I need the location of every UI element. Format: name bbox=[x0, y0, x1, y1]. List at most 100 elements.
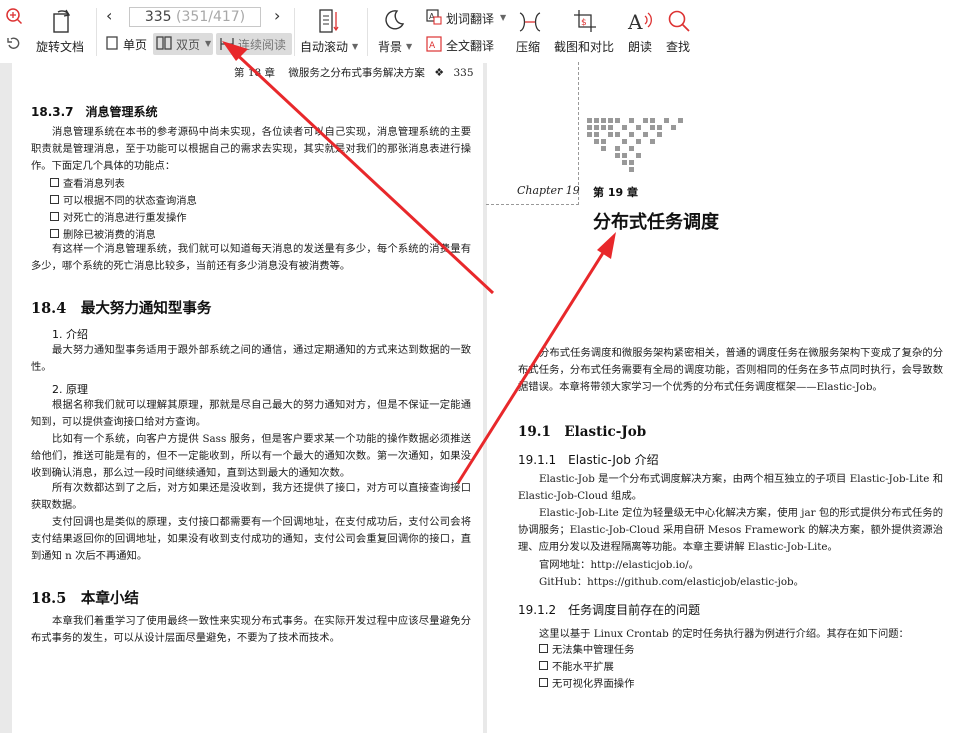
github-line: GitHub：https://github.com/elasticjob/ela… bbox=[539, 576, 804, 588]
rotate-document-button[interactable]: 旋转文档 bbox=[34, 4, 88, 58]
auto-scroll-label: 自动滚动 bbox=[300, 40, 349, 54]
auto-scroll-dropdown-icon: ▼ bbox=[352, 42, 359, 51]
single-page-button[interactable]: 单页 bbox=[103, 34, 151, 54]
chapter-script-label: Chapter 19 bbox=[517, 184, 580, 197]
paragraph: 分布式任务调度和微服务架构紧密相关，普通的调度任务在微服务架构下变成了复杂的分布… bbox=[518, 347, 943, 393]
section-heading: 18.3.7 消息管理系统 bbox=[31, 105, 158, 119]
subsection-heading: 2. 原理 bbox=[52, 383, 88, 396]
paragraph: 根据名称我们就可以理解其原理，那就是尽自己最大的努力通知对方，但是不保证一定能通… bbox=[31, 399, 471, 428]
pixel-pattern-icon bbox=[587, 118, 683, 172]
read-aloud-icon: A bbox=[627, 10, 652, 34]
list-item: 对死亡的消息进行重发操作 bbox=[50, 209, 187, 224]
zoom-in-icon[interactable] bbox=[5, 7, 23, 25]
paragraph: 有这样一个消息管理系统，我们就可以知道每天消息的发送量有多少，每个系统的消费量有… bbox=[31, 243, 471, 272]
double-page-dropdown-icon: ▼ bbox=[205, 39, 212, 48]
screenshot-compare-label: 截图和对比 bbox=[554, 40, 615, 54]
toolbar-divider bbox=[367, 8, 368, 56]
svg-text:A: A bbox=[429, 41, 436, 51]
checkbox-bullet-icon bbox=[539, 644, 548, 653]
rotate-left-icon[interactable] bbox=[5, 35, 23, 53]
compress-button[interactable]: 压缩 bbox=[512, 4, 548, 58]
prev-page-button[interactable]: ‹ bbox=[106, 6, 112, 25]
subsection-heading: 1. 介绍 bbox=[52, 328, 88, 341]
list-item: 可以根据不同的状态查询消息 bbox=[50, 192, 197, 207]
single-page-label: 单页 bbox=[123, 38, 148, 52]
list-item-text: 无可视化界面操作 bbox=[552, 678, 635, 690]
background-button[interactable]: 背景 ▼ bbox=[374, 4, 418, 58]
list-item-text: 对死亡的消息进行重发操作 bbox=[63, 212, 187, 224]
header-title: 微服务之分布式事务解决方案 bbox=[288, 67, 425, 79]
toolbar: 旋转文档 ‹ 335 (351/417) › 单页 双页 ▼ 连续阅读 自动滚动… bbox=[0, 0, 963, 64]
document-viewer[interactable]: 第 18 章 微服务之分布式事务解决方案 ❖ 335 18.3.7 消息管理系统… bbox=[0, 62, 963, 733]
read-aloud-button[interactable]: A 朗读 bbox=[624, 4, 658, 58]
svg-text:$: $ bbox=[581, 18, 587, 28]
section-heading: 19.1 Elastic-Job bbox=[518, 424, 647, 440]
moon-icon bbox=[385, 10, 405, 30]
left-page: 第 18 章 微服务之分布式事务解决方案 ❖ 335 18.3.7 消息管理系统… bbox=[12, 63, 483, 733]
paragraph: 本章我们着重学习了使用最终一致性来实现分布式事务。在实际开发过程中应该尽量避免分… bbox=[31, 615, 471, 644]
full-translate-icon: A bbox=[426, 36, 442, 52]
word-translate-label: 划词翻译 bbox=[446, 12, 495, 26]
next-page-button[interactable]: › bbox=[274, 6, 280, 25]
rotate-document-label: 旋转文档 bbox=[36, 40, 85, 54]
diamond-icon: ❖ bbox=[434, 66, 445, 79]
search-icon bbox=[668, 10, 690, 32]
list-item-text: 可以根据不同的状态查询消息 bbox=[63, 195, 197, 207]
paragraph: 消息管理系统在本书的参考源码中尚未实现，各位读者可以自己实现，消息管理系统的主要… bbox=[31, 126, 471, 172]
header-page-number: 335 bbox=[453, 67, 474, 79]
checkbox-bullet-icon bbox=[50, 178, 59, 187]
full-translate-label: 全文翻译 bbox=[446, 39, 495, 53]
find-label: 查找 bbox=[666, 40, 691, 54]
paragraph: 所有次数都达到了之后，对方如果还是没收到，我方还提供了接口，对方可以直接查询接口… bbox=[31, 482, 471, 511]
list-item-text: 查看消息列表 bbox=[63, 178, 125, 190]
continuous-read-icon bbox=[220, 38, 234, 50]
background-dropdown-icon: ▼ bbox=[406, 42, 413, 51]
paragraph: Elastic-Job-Lite 定位为轻量级无中心化解决方案，使用 jar 包… bbox=[518, 507, 943, 553]
header-chapter: 第 18 章 bbox=[234, 67, 276, 79]
list-item-text: 不能水平扩展 bbox=[552, 661, 614, 673]
find-button[interactable]: 查找 bbox=[662, 4, 696, 58]
double-page-label: 双页 bbox=[176, 38, 201, 52]
list-item: 查看消息列表 bbox=[50, 175, 125, 190]
paragraph: Elastic-Job 是一个分布式调度解决方案，由两个相互独立的子项目 Ela… bbox=[518, 473, 943, 502]
list-item-text: 无法集中管理任务 bbox=[552, 644, 635, 656]
full-translate-button[interactable]: A 全文翻译 bbox=[424, 35, 508, 55]
section-heading: 18.4 最大努力通知型事务 bbox=[31, 300, 212, 317]
chapter-number: 第 19 章 bbox=[593, 186, 638, 199]
screenshot-icon: $ bbox=[574, 10, 596, 32]
website-line: 官网地址：http://elasticjob.io/。 bbox=[539, 559, 699, 571]
compress-icon bbox=[519, 12, 541, 32]
screenshot-compare-button[interactable]: $ 截图和对比 bbox=[553, 4, 617, 58]
paragraph: 最大努力通知型事务适用于跟外部系统之间的通信，通过定期通知的方式来达到数据的一致… bbox=[31, 344, 471, 373]
toolbar-divider bbox=[96, 8, 97, 56]
page-total: (351/417) bbox=[176, 9, 246, 25]
auto-scroll-button[interactable]: 自动滚动 ▼ bbox=[298, 4, 360, 58]
continuous-read-button[interactable]: 连续阅读 bbox=[216, 33, 292, 55]
right-page: Chapter 19 第 19 章 分布式任务调度 分布式任务调度和微服务架构紧… bbox=[486, 62, 963, 733]
list-item-text: 删除已被消费的消息 bbox=[63, 229, 156, 241]
svg-text:A: A bbox=[627, 10, 643, 34]
compress-label: 压缩 bbox=[516, 40, 541, 54]
word-translate-icon: A bbox=[426, 9, 442, 25]
paragraph: 比如有一个系统，向客户方提供 Sass 服务，但是客户要求某一个功能的操作数据必… bbox=[31, 433, 471, 479]
page-header: 第 18 章 微服务之分布式事务解决方案 ❖ 335 bbox=[234, 65, 474, 80]
word-translate-button[interactable]: A 划词翻译 ▼ bbox=[424, 8, 508, 28]
paragraph: 这里以基于 Linux Crontab 的定时任务执行器为例进行介绍。其存在如下… bbox=[539, 628, 909, 640]
background-label: 背景 bbox=[378, 40, 403, 54]
subsection-heading: 19.1.1 Elastic-Job 介绍 bbox=[518, 453, 659, 467]
rotate-document-icon bbox=[53, 9, 71, 33]
chapter-title: 分布式任务调度 bbox=[593, 212, 719, 233]
toolbar-divider bbox=[294, 8, 295, 56]
checkbox-bullet-icon bbox=[539, 678, 548, 687]
checkbox-bullet-icon bbox=[539, 661, 548, 670]
double-page-icon bbox=[156, 36, 172, 50]
list-item: 无法集中管理任务 bbox=[539, 641, 634, 656]
list-item: 不能水平扩展 bbox=[539, 658, 614, 673]
page-number-input[interactable]: 335 (351/417) bbox=[129, 7, 261, 27]
word-translate-dropdown-icon: ▼ bbox=[500, 13, 507, 22]
double-page-button[interactable]: 双页 ▼ bbox=[153, 33, 213, 55]
checkbox-bullet-icon bbox=[50, 212, 59, 221]
checkbox-bullet-icon bbox=[50, 229, 59, 238]
read-aloud-label: 朗读 bbox=[628, 40, 653, 54]
list-item: 删除已被消费的消息 bbox=[50, 226, 156, 241]
